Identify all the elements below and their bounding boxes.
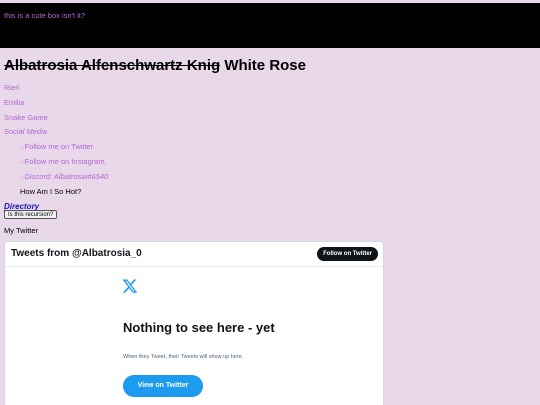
title-struck: Albatrosia Alfenschwartz Knig bbox=[4, 57, 221, 74]
page-title: Albatrosia Alfenschwartz Knig White Rose bbox=[4, 57, 306, 74]
my-twitter-label: My Twitter bbox=[4, 226, 39, 235]
cute-box-text: this is a cute box isn't it? bbox=[4, 11, 86, 20]
page: this is a cute box isn't it? Albatrosia … bbox=[0, 0, 540, 405]
social-link-label: Follow me on Twitter. bbox=[24, 142, 95, 151]
empty-state-subtitle: When they Tweet, their Tweets will show … bbox=[123, 354, 244, 360]
empty-state-title: Nothing to see here - yet bbox=[123, 320, 275, 335]
social-link-instagram[interactable]: ○Follow me on Instagram. bbox=[20, 157, 107, 166]
view-on-twitter-button[interactable]: View on Twitter bbox=[123, 375, 203, 397]
nav-link-rieri[interactable]: Rieri bbox=[4, 83, 19, 92]
nav-link-social-media[interactable]: Social Media bbox=[4, 127, 47, 136]
title-rest: White Rose bbox=[220, 57, 306, 74]
bullet-icon: ○ bbox=[20, 145, 24, 151]
twitter-widget-header: Tweets from @Albatrosia_0 Follow on Twit… bbox=[5, 242, 383, 267]
nav-link-emilia[interactable]: Emilia bbox=[4, 98, 24, 107]
how-am-i-so-hot-text: How Am I So Hot? bbox=[20, 187, 82, 196]
social-link-label: Discord: Albatrosia#6540 bbox=[24, 172, 109, 181]
bullet-icon: ○ bbox=[20, 175, 24, 181]
nav-link-snake-game[interactable]: Snake Game bbox=[4, 113, 48, 122]
bullet-icon: ○ bbox=[20, 160, 24, 166]
cute-box: this is a cute box isn't it? bbox=[0, 3, 540, 48]
twitter-widget-title: Tweets from @Albatrosia_0 bbox=[11, 248, 142, 259]
social-link-discord[interactable]: ○Discord: Albatrosia#6540 bbox=[20, 172, 108, 181]
social-link-label: Follow me on Instagram. bbox=[24, 157, 107, 166]
recursion-button[interactable]: Is this recursion? bbox=[4, 210, 58, 219]
twitter-timeline-widget: Tweets from @Albatrosia_0 Follow on Twit… bbox=[4, 241, 384, 405]
follow-on-twitter-button[interactable]: Follow on Twitter bbox=[317, 247, 378, 261]
x-logo-icon bbox=[122, 279, 138, 293]
social-link-twitter[interactable]: ○Follow me on Twitter. bbox=[20, 142, 95, 151]
